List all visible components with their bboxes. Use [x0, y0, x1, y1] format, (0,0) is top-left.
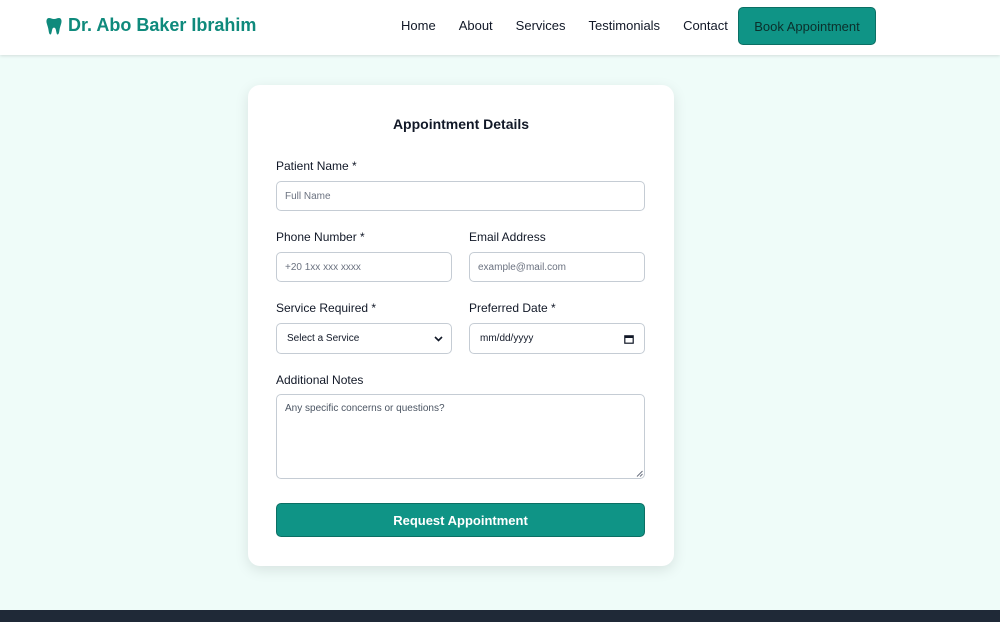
appointment-form-card: Appointment Details Patient Name * Phone… — [248, 85, 674, 566]
resize-grip-icon[interactable] — [636, 470, 643, 477]
phone-input[interactable] — [276, 252, 452, 282]
chevron-down-icon — [434, 335, 443, 342]
book-appointment-button[interactable]: Book Appointment — [738, 7, 876, 45]
email-input[interactable] — [469, 252, 645, 282]
notes-label: Additional Notes — [276, 373, 364, 387]
date-input[interactable]: mm/dd/yyyy — [469, 323, 645, 354]
form-title: Appointment Details — [392, 116, 530, 132]
calendar-icon[interactable] — [624, 334, 634, 344]
service-select[interactable]: Select a Service — [276, 323, 452, 354]
brand-name: Dr. Abo Baker Ibrahim — [68, 15, 257, 35]
nav-contact[interactable]: Contact — [683, 18, 728, 33]
date-label: Preferred Date * — [469, 301, 556, 315]
nav-home[interactable]: Home — [401, 18, 436, 33]
patient-name-input[interactable] — [276, 181, 645, 211]
nav-about[interactable]: About — [459, 18, 493, 33]
date-value: mm/dd/yyyy — [480, 333, 534, 344]
service-label: Service Required * — [276, 301, 377, 315]
navbar: Dr. Abo Baker Ibrahim Home About Service… — [0, 0, 1000, 55]
phone-label: Phone Number * — [276, 230, 365, 244]
notes-textarea[interactable] — [276, 394, 645, 479]
brand-logo[interactable]: Dr. Abo Baker Ibrahim — [46, 15, 256, 36]
tooth-icon — [46, 17, 62, 34]
nav-testimonials[interactable]: Testimonials — [589, 18, 661, 33]
footer — [0, 610, 1000, 622]
email-label: Email Address — [469, 230, 546, 244]
request-appointment-button[interactable]: Request Appointment — [276, 503, 645, 537]
nav-menu: Home About Services Testimonials Contact — [401, 18, 751, 33]
service-selected-value: Select a Service — [287, 333, 360, 344]
nav-services[interactable]: Services — [516, 18, 566, 33]
patient-name-label: Patient Name * — [276, 159, 357, 173]
